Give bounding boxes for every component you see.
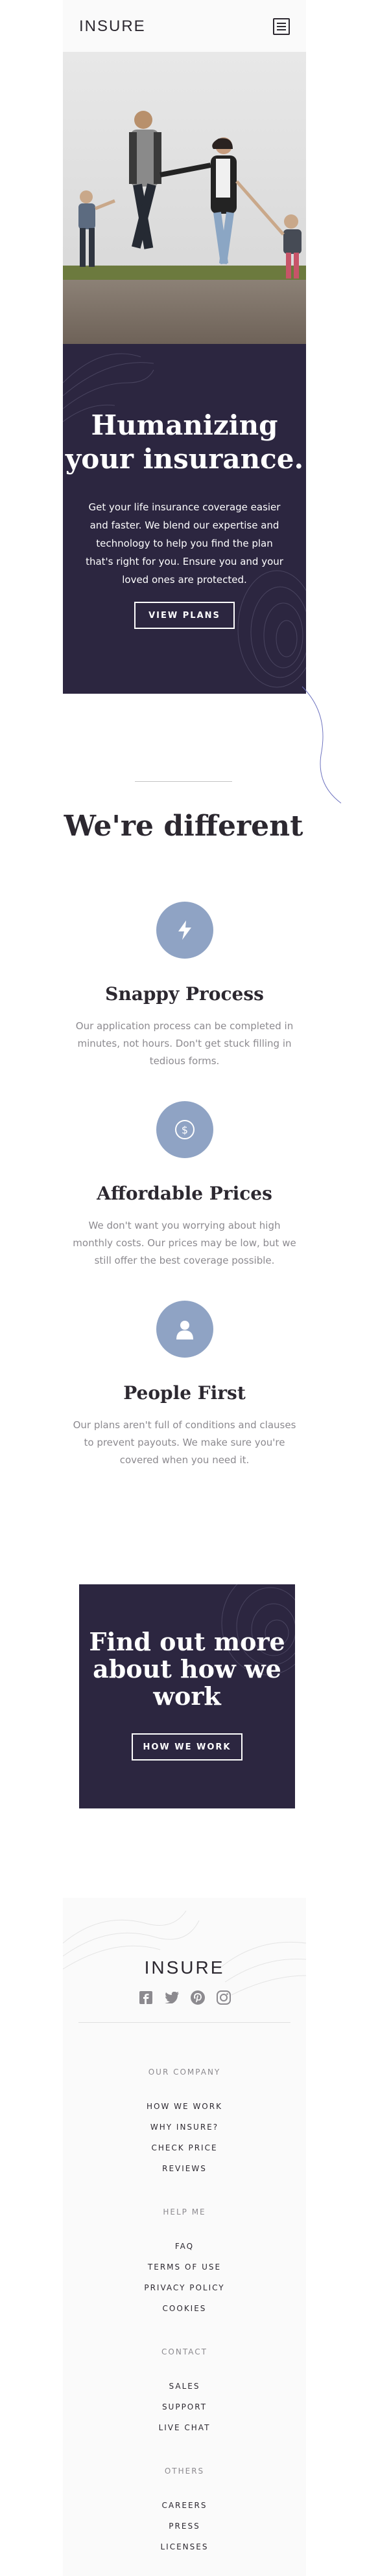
footer-divider (78, 2022, 290, 2023)
feature-text: Our plans aren't full of conditions and … (73, 1419, 296, 1466)
hamburger-menu-button[interactable] (273, 18, 290, 35)
footer-link[interactable]: PRIVACY POLICY (63, 2277, 306, 2298)
how-we-work-button[interactable]: HOW WE WORK (132, 1733, 243, 1761)
footer-group-our-company: OUR COMPANY HOW WE WORK WHY INSURE? CHEC… (63, 2068, 306, 2179)
dollar-icon: $ (156, 1101, 213, 1158)
feature-text: Our application process can be completed… (75, 1020, 294, 1067)
footer-link[interactable]: WHY INSURE? (63, 2117, 306, 2137)
footer-link[interactable]: CAREERS (63, 2495, 306, 2516)
footer-link[interactable]: COOKIES (63, 2298, 306, 2319)
footer-group-heading: CONTACT (161, 2347, 207, 2356)
lightning-icon (156, 902, 213, 959)
footer-link[interactable]: LIVE CHAT (63, 2417, 306, 2438)
footer-group-heading: OTHERS (164, 2467, 205, 2476)
menu-line-icon (277, 23, 286, 24)
footer-link[interactable]: TERMS OF USE (63, 2257, 306, 2277)
instagram-icon[interactable] (216, 1990, 231, 2005)
family-illustration (78, 111, 302, 279)
feature-title: People First (123, 1382, 246, 1404)
menu-line-icon (277, 29, 286, 30)
feature-people: People First Our plans aren't full of co… (63, 1301, 306, 1469)
footer-group-heading: HELP ME (163, 2207, 206, 2217)
view-plans-button[interactable]: VIEW PLANS (134, 602, 235, 629)
footer-link[interactable]: LICENSES (63, 2536, 306, 2557)
footer-group-others: OTHERS CAREERS PRESS LICENSES (63, 2467, 306, 2557)
footer-logo[interactable]: INSURE (63, 1957, 306, 1978)
feature-affordable: $ Affordable Prices We don't want you wo… (63, 1101, 306, 1270)
footer-link[interactable]: PRESS (63, 2516, 306, 2536)
cta-title: Find out more about how we work (89, 1627, 285, 1711)
section-divider (135, 781, 232, 782)
footer-link[interactable]: SALES (63, 2376, 306, 2397)
hero-description: Get your life insurance coverage easier … (86, 501, 283, 586)
footer-link[interactable]: CHECK PRICE (63, 2137, 306, 2158)
footer-link[interactable]: SUPPORT (63, 2397, 306, 2417)
menu-line-icon (277, 26, 286, 27)
feature-title: Snappy Process (105, 983, 264, 1005)
feature-text: We don't want you worrying about high mo… (73, 1220, 296, 1266)
svg-text:$: $ (181, 1124, 187, 1136)
hero-photo (63, 52, 306, 344)
site-footer: INSURE OUR COMPANY HOW WE WORK WHY INSUR… (63, 1898, 306, 2576)
person-icon (156, 1301, 213, 1358)
footer-group-heading: OUR COMPANY (148, 2068, 221, 2077)
hero-section: Humanizing your insurance. Get your life… (63, 344, 306, 694)
footer-group-contact: CONTACT SALES SUPPORT LIVE CHAT (63, 2347, 306, 2438)
pinterest-icon[interactable] (190, 1990, 206, 2005)
footer-link[interactable]: HOW WE WORK (63, 2096, 306, 2117)
site-header: INSURE (63, 0, 306, 52)
hero-side-pattern (302, 686, 342, 804)
hero-title: Humanizing your insurance. (65, 409, 304, 475)
feature-snappy: Snappy Process Our application process c… (63, 902, 306, 1070)
footer-link[interactable]: REVIEWS (63, 2158, 306, 2179)
logo[interactable]: INSURE (79, 17, 146, 36)
footer-link[interactable]: FAQ (63, 2236, 306, 2257)
social-links (63, 1990, 306, 2005)
cta-section: Find out more about how we work HOW WE W… (79, 1584, 295, 1808)
section-title: We're different (64, 810, 303, 843)
twitter-icon[interactable] (164, 1990, 180, 2005)
facebook-icon[interactable] (138, 1990, 154, 2005)
feature-title: Affordable Prices (97, 1183, 272, 1204)
footer-group-help-me: HELP ME FAQ TERMS OF USE PRIVACY POLICY … (63, 2207, 306, 2319)
